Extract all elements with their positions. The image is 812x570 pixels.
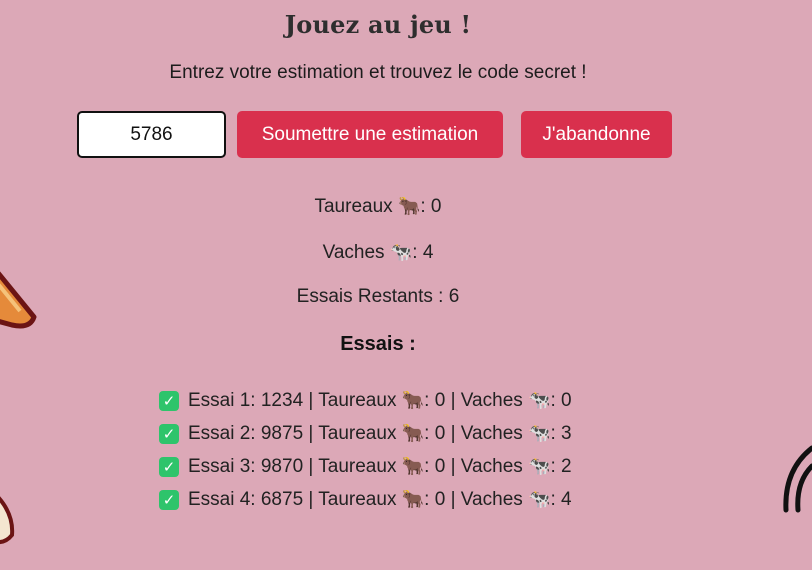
cows-stat: Vaches 🐄: 4 (322, 242, 434, 263)
bull-icon: 🐂 (401, 456, 425, 477)
cows-label: Vaches (322, 242, 385, 263)
attempt-label: Essai 1: 1234 | Taureaux (188, 389, 397, 411)
check-box-icon: ✓ (159, 390, 179, 411)
attempt-label: Essai 4: 6875 | Taureaux (188, 488, 397, 510)
attempt-cows-label: | Vaches (450, 389, 523, 411)
check-box-icon: ✓ (159, 489, 179, 510)
attempt-cows-label: | Vaches (450, 488, 523, 510)
cow-icon: 🐄 (389, 242, 413, 263)
attempt-cows: 4 (561, 488, 572, 510)
decorative-shape-bottom-left (0, 496, 15, 545)
cow-icon: 🐄 (528, 423, 551, 444)
bulls-stat: Taureaux 🐂: 0 (314, 196, 442, 217)
check-box-icon: ✓ (159, 423, 179, 444)
attempt-cows: 3 (561, 422, 572, 444)
attempts-heading: Essais : (340, 333, 416, 355)
decorative-arcs-right (783, 445, 812, 513)
attempt-label: Essai 3: 9870 | Taureaux (188, 455, 397, 477)
attempt-item: ✓ Essai 2: 9875 | Taureaux 🐂: 0 | Vaches… (159, 417, 572, 450)
submit-guess-button[interactable]: Soumettre une estimation (237, 111, 503, 158)
cows-value: 4 (422, 242, 434, 263)
attempt-bulls: 0 (434, 422, 446, 444)
attempt-cows: 2 (561, 455, 572, 477)
attempt-bulls: 0 (434, 389, 446, 411)
remaining-value: 6 (448, 286, 460, 307)
check-box-icon: ✓ (159, 456, 179, 477)
remaining-attempts-stat: Essais Restants : 6 (0, 286, 756, 308)
remaining-label: Essais Restants : (296, 286, 444, 307)
guess-input[interactable] (77, 111, 226, 158)
attempt-label: Essai 2: 9875 | Taureaux (188, 422, 397, 444)
cow-icon: 🐄 (528, 390, 551, 411)
attempt-item: ✓ Essai 3: 9870 | Taureaux 🐂: 0 | Vaches… (159, 450, 572, 483)
attempt-item: ✓ Essai 1: 1234 | Taureaux 🐂: 0 | Vaches… (159, 384, 572, 417)
instructions-text: Entrez votre estimation et trouvez le co… (169, 62, 587, 83)
bull-icon: 🐂 (401, 390, 425, 411)
attempt-item: ✓ Essai 4: 6875 | Taureaux 🐂: 0 | Vaches… (159, 483, 572, 516)
bull-icon: 🐂 (401, 423, 425, 444)
bulls-label: Taureaux (314, 196, 393, 217)
attempt-bulls: 0 (434, 488, 446, 510)
attempt-cows: 0 (561, 389, 572, 411)
attempt-cows-label: | Vaches (450, 422, 523, 444)
page-title: Jouez au jeu ! (284, 10, 472, 39)
bulls-value: 0 (430, 196, 442, 217)
bull-icon: 🐂 (401, 489, 425, 510)
attempts-list: ✓ Essai 1: 1234 | Taureaux 🐂: 0 | Vaches… (159, 384, 572, 516)
give-up-button[interactable]: J'abandonne (521, 111, 672, 158)
bull-icon: 🐂 (397, 196, 421, 217)
cow-icon: 🐄 (528, 489, 551, 510)
attempt-bulls: 0 (434, 455, 446, 477)
cow-icon: 🐄 (528, 456, 551, 477)
attempt-cows-label: | Vaches (450, 455, 523, 477)
